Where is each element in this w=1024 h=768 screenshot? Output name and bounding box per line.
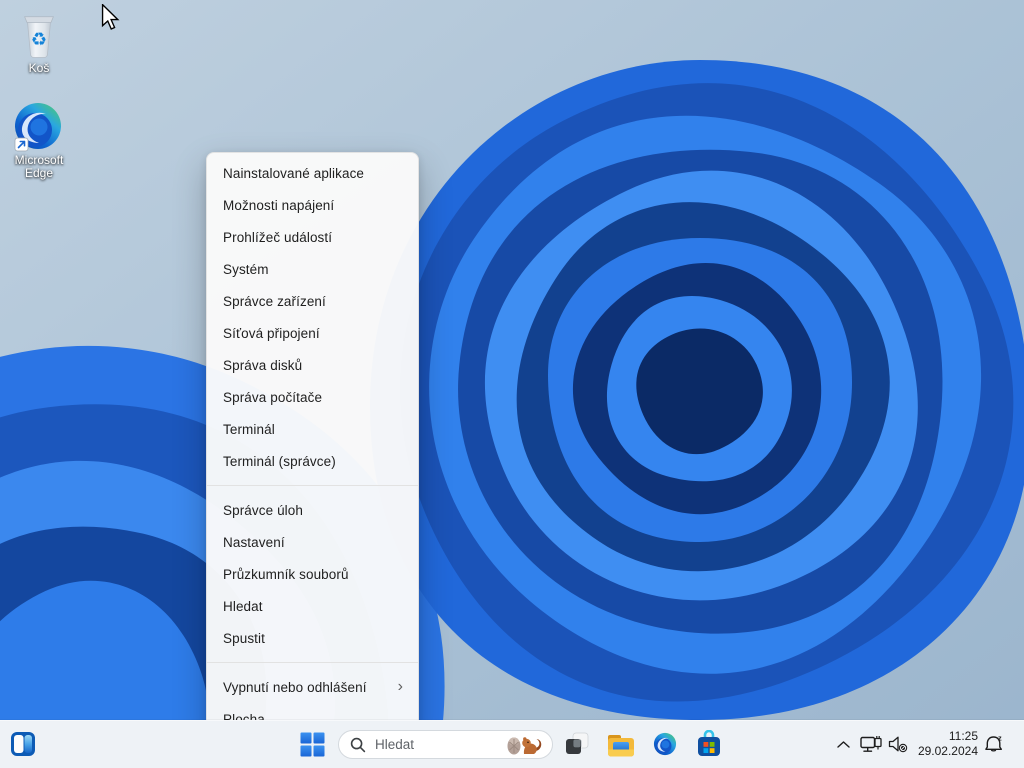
menu-separator	[207, 662, 418, 663]
tray-expand-button[interactable]	[828, 727, 858, 761]
widgets-icon	[11, 732, 35, 756]
menu-item-device-manager[interactable]: Správce zařízení	[207, 285, 418, 317]
menu-item-terminal-admin[interactable]: Terminál (správce)	[207, 445, 418, 477]
menu-item-label: Prohlížeč událostí	[223, 229, 333, 245]
file-explorer-button[interactable]	[604, 727, 638, 761]
task-view-icon	[566, 732, 589, 754]
menu-item-label: Správa disků	[223, 357, 303, 373]
edge-button[interactable]	[648, 727, 682, 761]
menu-item-label: Možnosti napájení	[223, 197, 335, 213]
menu-item-system[interactable]: Systém	[207, 253, 418, 285]
taskbar: Hledat 11:25 29.02.2024 z	[0, 720, 1024, 768]
menu-item-label: Systém	[223, 261, 269, 277]
desktop-icon-microsoft-edge[interactable]: Microsoft Edge	[0, 100, 78, 180]
start-icon	[300, 732, 324, 756]
menu-item-label: Vypnutí nebo odhlášení	[223, 679, 367, 695]
menu-item-label: Spustit	[223, 630, 265, 646]
menu-item-installed-apps[interactable]: Nainstalované aplikace	[207, 157, 418, 189]
menu-item-search[interactable]: Hledat	[207, 590, 418, 622]
menu-item-computer-management[interactable]: Správa počítače	[207, 381, 418, 413]
arrow-cursor	[101, 4, 120, 30]
menu-item-label: Nainstalované aplikace	[223, 165, 365, 181]
desktop-icon-label: Microsoft Edge	[14, 153, 64, 180]
desktop: ♻ Koš Microsoft Edge Nainstalované aplik…	[0, 0, 1024, 768]
tray-time: 11:25	[948, 729, 978, 743]
menu-item-label: Správce úloh	[223, 502, 303, 518]
store-icon	[698, 730, 720, 756]
edge-logo-icon	[14, 103, 61, 152]
menu-item-label: Správa počítače	[223, 389, 323, 405]
menu-item-label: Terminál (správce)	[223, 453, 336, 469]
notification-bell-dnd-icon: z	[984, 734, 1002, 752]
menu-item-label: Správce zařízení	[223, 293, 326, 309]
menu-item-network-connections[interactable]: Síťová připojení	[207, 317, 418, 349]
menu-item-label: Terminál	[223, 421, 275, 437]
tray-date: 29.02.2024	[917, 744, 978, 758]
search-icon	[350, 737, 366, 752]
tray-chevron-icon	[836, 740, 850, 748]
search-placeholder: Hledat	[375, 737, 415, 752]
wallpaper-bloom	[0, 0, 1024, 768]
winx-context-menu: Nainstalované aplikace Možnosti napájení P…	[206, 152, 419, 740]
menu-separator	[207, 485, 418, 486]
edge-icon	[653, 732, 677, 756]
taskbar-search-box[interactable]: Hledat	[338, 730, 553, 759]
menu-item-run[interactable]: Spustit	[207, 622, 418, 654]
file-explorer-icon	[608, 734, 634, 756]
menu-item-terminal[interactable]: Terminál	[207, 413, 418, 445]
notifications-button[interactable]: z	[978, 727, 1010, 761]
menu-item-label: Síťová připojení	[223, 325, 320, 341]
menu-item-label: Nastavení	[223, 534, 285, 550]
menu-item-file-explorer[interactable]: Průzkumník souborů	[207, 558, 418, 590]
task-view-button[interactable]	[560, 727, 594, 761]
menu-item-event-viewer[interactable]: Prohlížeč událostí	[207, 221, 418, 253]
menu-item-label: Hledat	[223, 598, 263, 614]
desktop-icon-label: Koš	[28, 61, 50, 75]
desktop-icon-recycle-bin[interactable]: ♻ Koš	[0, 10, 78, 75]
recycle-bin-icon: ♻	[24, 16, 54, 58]
search-highlight-image[interactable]	[504, 731, 548, 758]
svg-text:z: z	[998, 734, 1002, 743]
network-status-button[interactable]	[856, 727, 886, 761]
start-button[interactable]	[295, 727, 329, 761]
menu-item-settings[interactable]: Nastavení	[207, 526, 418, 558]
microsoft-store-button[interactable]	[692, 727, 726, 761]
menu-item-task-manager[interactable]: Správce úloh	[207, 494, 418, 526]
widgets-button[interactable]	[6, 727, 40, 761]
menu-item-disk-management[interactable]: Správa disků	[207, 349, 418, 381]
menu-item-shutdown-or-signout[interactable]: Vypnutí nebo odhlášení ›	[207, 671, 418, 703]
menu-item-label: Průzkumník souborů	[223, 566, 349, 582]
network-ethernet-icon	[859, 735, 882, 752]
menu-item-power-options[interactable]: Možnosti napájení	[207, 189, 418, 221]
tray-clock[interactable]: 11:25 29.02.2024	[908, 729, 978, 759]
submenu-chevron-icon: ›	[397, 678, 403, 695]
svg-text:♻: ♻	[31, 30, 47, 51]
volume-muted-icon	[888, 736, 908, 752]
